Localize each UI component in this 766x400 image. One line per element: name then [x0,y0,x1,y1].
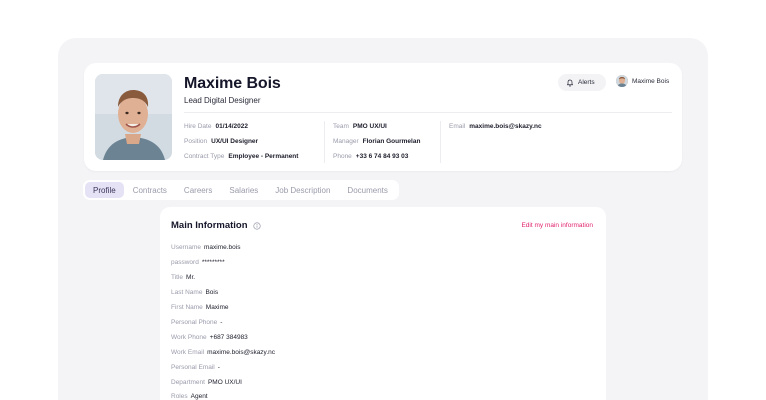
phone-label: Phone [333,153,352,160]
field-value: Mr. [186,274,196,281]
column-separator [324,121,325,163]
user-menu[interactable]: Maxime Bois [616,75,669,87]
field-row-department: Department PMO UX/UI [171,379,242,386]
field-row-roles: Roles Agent [171,393,208,400]
field-value: Maxime [205,304,229,311]
bell-icon [566,79,574,87]
field-row-username: Username maxime.bois [171,244,240,251]
field-row-personal-phone: Personal Phone - [171,319,222,326]
edit-main-information-link[interactable]: Edit my main information [521,222,593,229]
field-row-work-phone: Work Phone +687 384983 [171,334,248,341]
field-label: Work Email [171,349,205,356]
hire-date-label: Hire Date [184,123,212,130]
field-row-work-email: Work Email maxime.bois@skazy.nc [171,349,275,356]
position-label: Position [184,138,208,145]
field-row-title: Title Mr. [171,274,195,281]
field-label: First Name [171,304,203,311]
team-value: PMO UX/UI [352,123,387,130]
field-value: PMO UX/UI [207,379,242,386]
email-value: maxime.bois@skazy.nc [469,123,542,130]
field-value: Agent [190,393,208,400]
email-label: Email [449,123,466,130]
profile-tabs: Profile Contracts Careers Salaries Job D… [83,180,399,200]
field-value: maxime.bois [203,244,241,251]
tab-contracts[interactable]: Contracts [125,182,175,198]
field-label: Personal Email [171,364,215,371]
phone-value: +33 6 74 84 93 03 [355,153,409,160]
position-row: Position UX/UI Designer [184,138,258,145]
field-value: +687 384983 [209,334,248,341]
profile-header-card: Maxime Bois Lead Digital Designer Alerts… [84,63,682,171]
manager-row: Manager Florian Gourmelan [333,138,420,145]
position-value: UX/UI Designer [211,138,259,145]
tab-job-description[interactable]: Job Description [267,182,338,198]
field-label: Personal Phone [171,319,218,326]
profile-job-title: Lead Digital Designer [184,96,261,105]
email-row: Email maxime.bois@skazy.nc [449,123,542,130]
field-value: - [220,319,223,326]
tab-salaries[interactable]: Salaries [221,182,266,198]
phone-row: Phone +33 6 74 84 93 03 [333,153,408,160]
contract-type-row: Contract Type Employee - Permanent [184,153,298,160]
field-row-password: password ********* [171,259,225,266]
tab-careers[interactable]: Careers [176,182,220,198]
alerts-label: Alerts [578,79,595,86]
avatar [616,75,628,87]
hire-date-row: Hire Date 01/14/2022 [184,123,248,130]
contract-type-label: Contract Type [184,153,225,160]
field-value: Bois [205,289,219,296]
field-label: Roles [171,393,188,400]
field-value: - [217,364,220,371]
user-chip-name: Maxime Bois [632,77,670,85]
field-label: password [171,259,199,266]
field-row-personal-email: Personal Email - [171,364,220,371]
field-label: Work Phone [171,334,207,341]
contract-type-value: Employee - Permanent [228,153,299,160]
field-row-first-name: First Name Maxime [171,304,229,311]
field-value: ********* [201,259,225,266]
info-circle-icon[interactable] [252,221,261,230]
main-information-title: Main Information [171,220,248,231]
manager-label: Manager [333,138,359,145]
hire-date-value: 01/14/2022 [215,123,249,130]
main-information-heading: Main Information [171,220,261,231]
alerts-button[interactable]: Alerts [558,74,606,91]
column-separator [440,121,441,163]
manager-value: Florian Gourmelan [362,138,421,145]
field-label: Last Name [171,289,203,296]
profile-name: Maxime Bois [184,75,281,92]
field-row-last-name: Last Name Bois [171,289,218,296]
field-label: Department [171,379,205,386]
team-row: Team PMO UX/UI [333,123,387,130]
team-label: Team [333,123,349,130]
field-value: maxime.bois@skazy.nc [207,349,275,356]
header-divider [184,112,672,113]
main-information-card: Main Information Edit my main informatio… [160,207,606,400]
tab-profile[interactable]: Profile [85,182,124,198]
field-label: Username [171,244,201,251]
tab-documents[interactable]: Documents [339,182,395,198]
profile-photo [95,74,172,160]
field-label: Title [171,274,184,281]
